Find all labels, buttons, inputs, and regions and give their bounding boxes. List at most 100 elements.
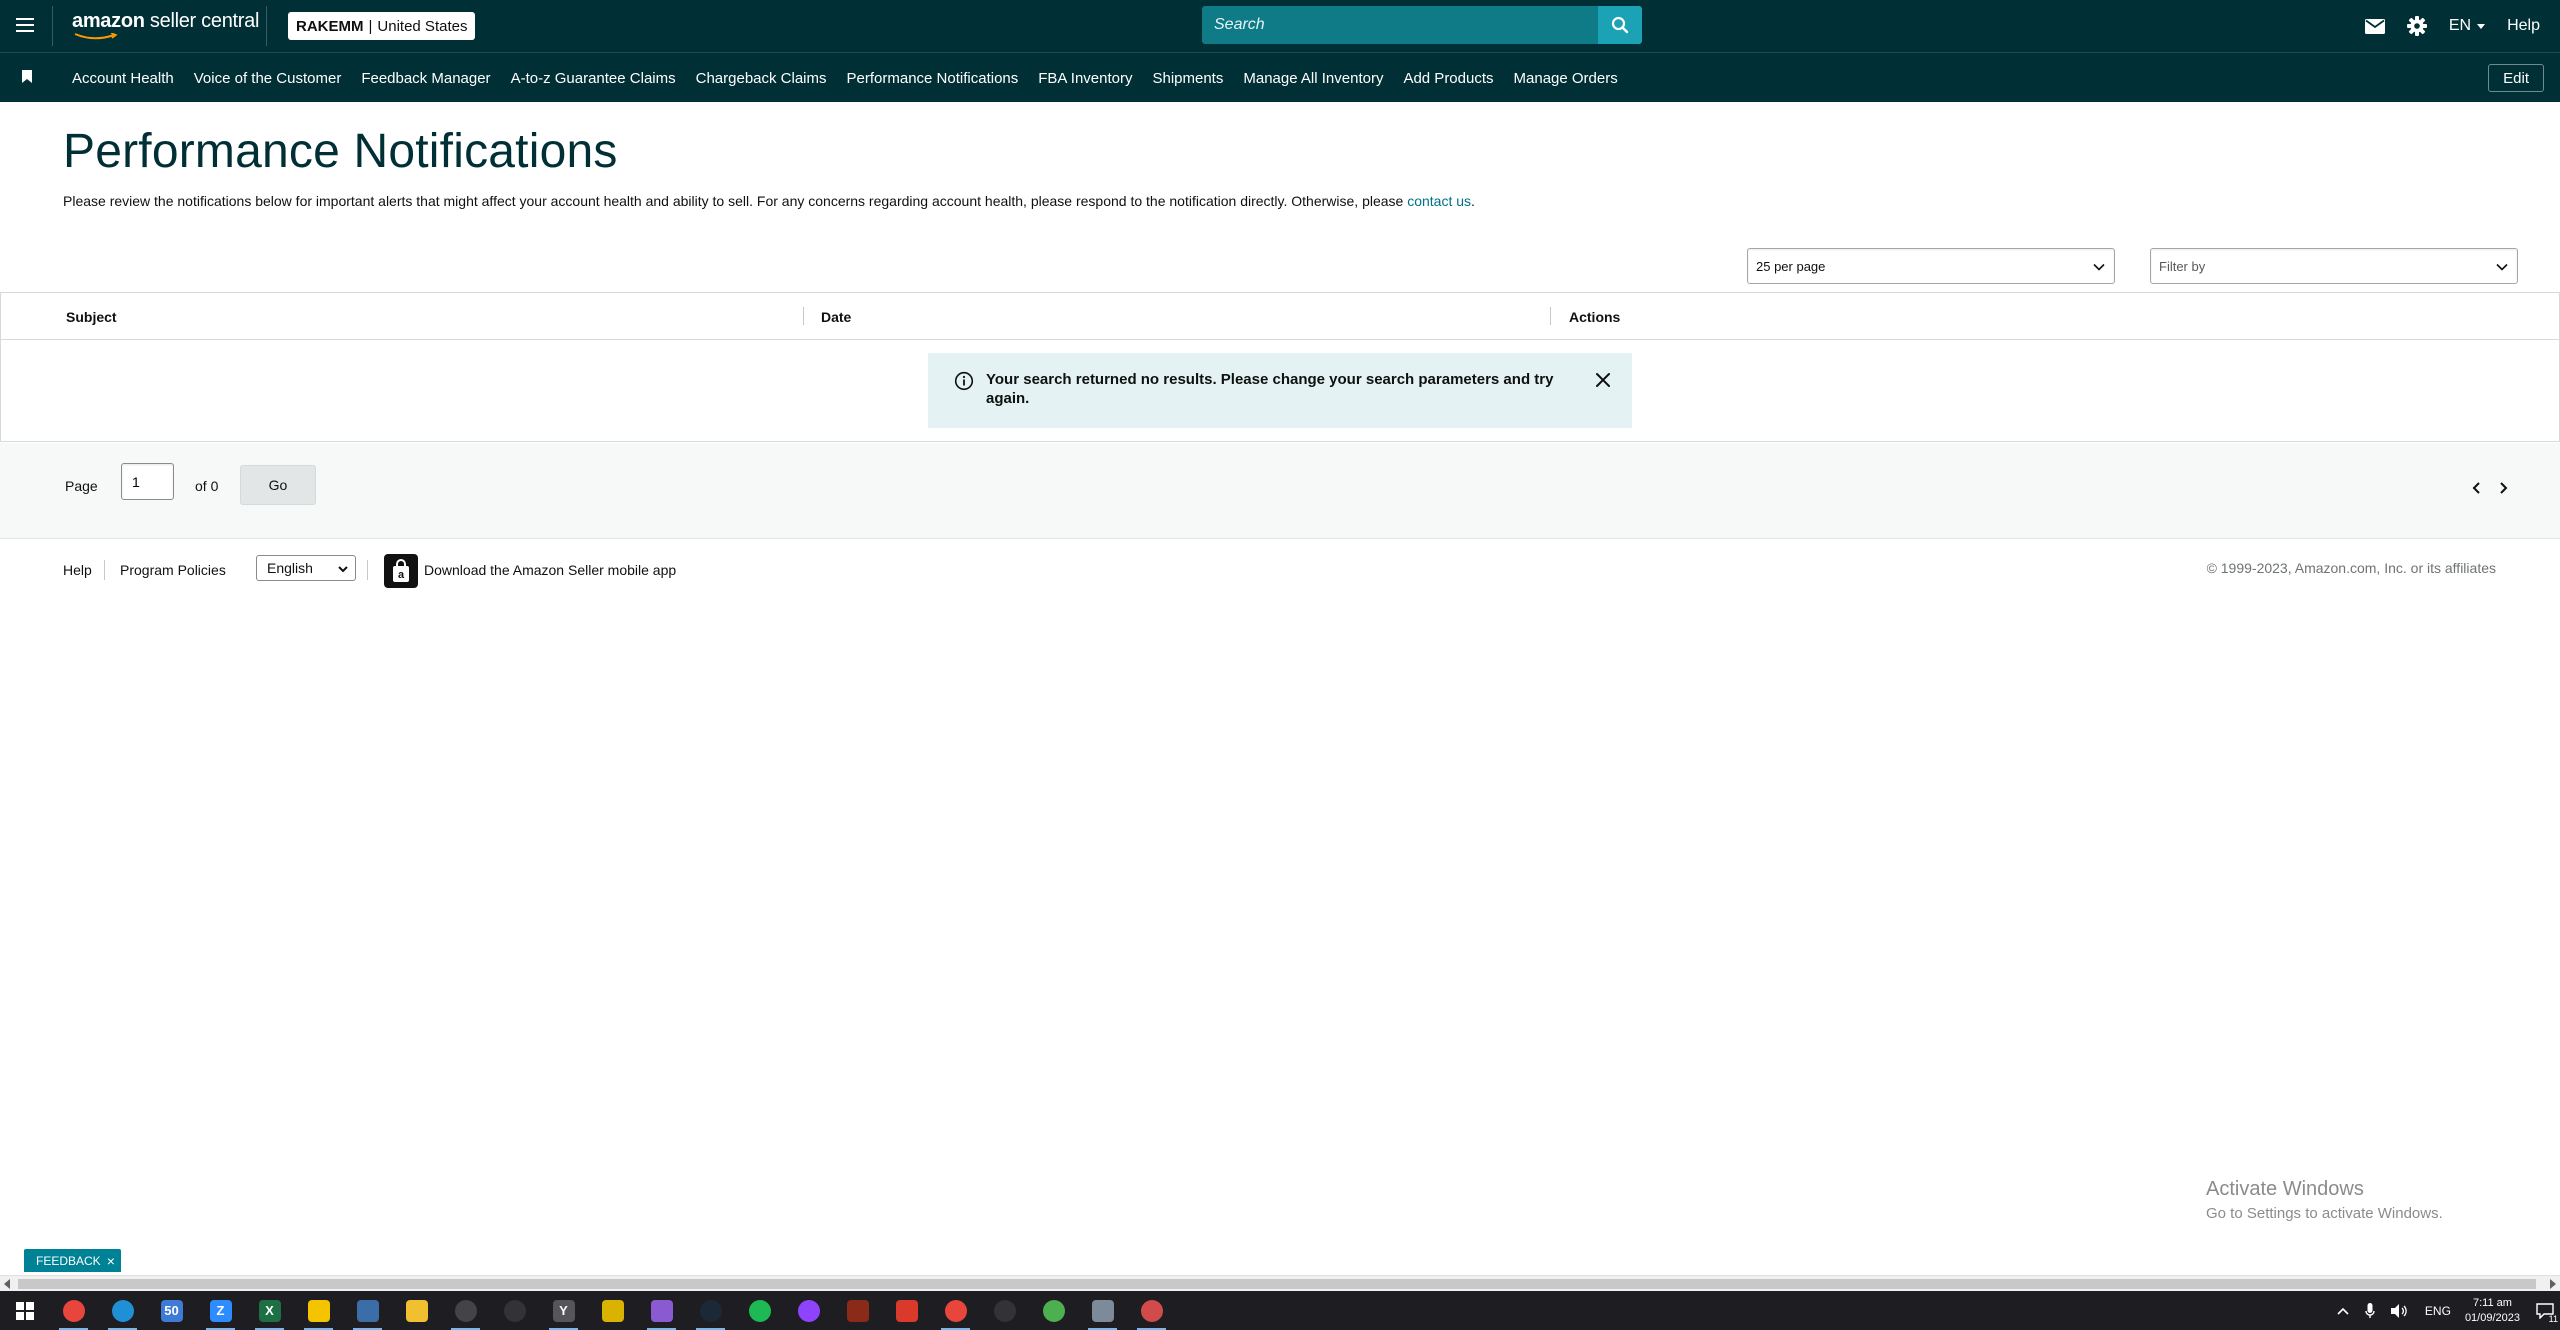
taskbar-app-excel[interactable]: X — [245, 1291, 294, 1330]
results-per-page-select[interactable]: 25 per page — [1747, 248, 2115, 284]
taskbar-app-chrome[interactable] — [49, 1291, 98, 1330]
nav-item-feedback-manager[interactable]: Feedback Manager — [351, 70, 500, 87]
chevron-left-icon[interactable] — [2470, 481, 2484, 495]
taskbar-app-edge[interactable] — [98, 1291, 147, 1330]
input-language[interactable]: ENG — [2425, 1304, 2451, 1318]
start-button[interactable] — [0, 1291, 49, 1330]
tray-expand-icon[interactable] — [2337, 1307, 2349, 1315]
taskbar-app-zoom[interactable]: Z — [196, 1291, 245, 1330]
taskbar-app-steelseries-2[interactable] — [980, 1291, 1029, 1330]
column-header-date[interactable]: Date — [821, 309, 851, 325]
footer-language-select[interactable]: English — [256, 555, 356, 581]
search-button[interactable] — [1598, 6, 1642, 44]
chrome-3-icon — [1140, 1299, 1163, 1322]
footer-divider — [104, 560, 105, 580]
logo-text-seller-central: seller central — [144, 10, 260, 32]
seller-central-logo[interactable]: amazon seller central — [72, 10, 259, 42]
action-center-button[interactable]: 11 — [2530, 1291, 2560, 1330]
taskbar-app-chrome-2[interactable] — [1029, 1291, 1078, 1330]
language-label: EN — [2448, 17, 2472, 34]
taskbar-app-app-y[interactable]: Y — [539, 1291, 588, 1330]
taskbar-app-red-app[interactable] — [882, 1291, 931, 1330]
taskbar-app-steelseries[interactable] — [490, 1291, 539, 1330]
nav-bar: Account Health Voice of the Customer Fee… — [0, 52, 2560, 102]
column-header-subject[interactable]: Subject — [66, 309, 117, 325]
column-header-actions: Actions — [1569, 309, 1621, 325]
game-app-icon — [846, 1299, 869, 1322]
nav-item-shipments[interactable]: Shipments — [1142, 70, 1233, 87]
chevron-right-icon[interactable] — [2496, 481, 2510, 495]
download-app-link[interactable]: Download the Amazon Seller mobile app — [424, 562, 676, 578]
store-region: United States — [377, 17, 468, 35]
feedback-tab[interactable]: FEEDBACK × — [24, 1249, 121, 1272]
taskbar-app-image-app[interactable] — [1078, 1291, 1127, 1330]
taskbar-app-chrome-active[interactable] — [931, 1291, 980, 1330]
go-button[interactable]: Go — [240, 465, 316, 505]
scrollbar-thumb[interactable] — [18, 1279, 2536, 1289]
language-switcher[interactable]: EN — [2448, 17, 2486, 35]
help-link[interactable]: Help — [2507, 17, 2540, 35]
top-header: amazon seller central RAKEMM | United St… — [0, 0, 2560, 52]
nav-items: Account Health Voice of the Customer Fee… — [62, 53, 1628, 103]
page-label: Page — [65, 478, 98, 494]
taskbar-app-chat-badge[interactable] — [637, 1291, 686, 1330]
close-icon[interactable] — [1594, 371, 1612, 389]
horizontal-scrollbar[interactable] — [0, 1275, 2560, 1291]
taskbar-app-clock-app[interactable] — [441, 1291, 490, 1330]
nav-item-manage-all-inventory[interactable]: Manage All Inventory — [1233, 70, 1393, 87]
menu-icon[interactable] — [16, 14, 36, 36]
page-number-input[interactable] — [121, 463, 174, 500]
settings-button[interactable] — [2406, 16, 2427, 36]
footer-program-policies-link[interactable]: Program Policies — [120, 562, 226, 578]
clock-app-icon — [454, 1299, 477, 1322]
steam-icon — [699, 1299, 722, 1322]
scroll-right-arrow-icon[interactable] — [2550, 1279, 2556, 1289]
contact-us-link[interactable]: contact us — [1407, 193, 1471, 209]
nav-item-add-products[interactable]: Add Products — [1393, 70, 1503, 87]
mail-button[interactable] — [2364, 18, 2385, 34]
filter-by-select[interactable]: Filter by — [2150, 248, 2518, 284]
nav-item-account-health[interactable]: Account Health — [62, 70, 184, 87]
mail-badge-icon: 50 — [160, 1299, 183, 1322]
bookmark-icon[interactable] — [22, 70, 32, 83]
image-app-icon — [1091, 1299, 1114, 1322]
nav-item-manage-orders[interactable]: Manage Orders — [1504, 70, 1628, 87]
excel-icon: X — [258, 1299, 281, 1322]
nav-item-performance-notifications[interactable]: Performance Notifications — [837, 70, 1029, 87]
nav-item-a-to-z-claims[interactable]: A-to-z Guarantee Claims — [501, 70, 686, 87]
scroll-left-arrow-icon[interactable] — [4, 1279, 10, 1289]
caret-down-icon — [2477, 23, 2486, 29]
steelseries-icon — [503, 1299, 526, 1322]
header-divider — [266, 6, 267, 46]
column-divider — [803, 307, 804, 325]
nav-item-voice-of-the-customer[interactable]: Voice of the Customer — [184, 70, 352, 87]
taskbar-app-chrome-3[interactable] — [1127, 1291, 1176, 1330]
edit-nav-button[interactable]: Edit — [2488, 64, 2544, 92]
feedback-close-icon[interactable]: × — [107, 1253, 115, 1269]
nav-item-chargeback-claims[interactable]: Chargeback Claims — [686, 70, 837, 87]
taskbar-app-sticky-notes[interactable] — [294, 1291, 343, 1330]
gear-icon — [2406, 16, 2427, 36]
taskbar-clock[interactable]: 7:11 am 01/09/2023 — [2465, 1296, 2520, 1326]
page-footer: Help Program Policies English a Download… — [0, 553, 2560, 588]
taskbar-app-game-app[interactable] — [833, 1291, 882, 1330]
taskbar-app-steam[interactable] — [686, 1291, 735, 1330]
taskbar-app-calculator[interactable] — [343, 1291, 392, 1330]
chrome-icon — [62, 1299, 85, 1322]
nav-item-fba-inventory[interactable]: FBA Inventory — [1028, 70, 1142, 87]
clock-date: 01/09/2023 — [2464, 1311, 2520, 1324]
volume-icon[interactable] — [2390, 1303, 2409, 1318]
footer-help-link[interactable]: Help — [63, 562, 92, 578]
windows-logo-icon — [15, 1301, 34, 1320]
taskbar-app-app-square[interactable] — [588, 1291, 637, 1330]
taskbar-app-spotify[interactable] — [735, 1291, 784, 1330]
microphone-icon[interactable] — [2365, 1302, 2375, 1319]
page-description: Please review the notifications below fo… — [63, 193, 1475, 209]
amazon-seller-app-icon[interactable]: a — [384, 554, 418, 588]
search-input[interactable] — [1202, 6, 1598, 44]
taskbar-app-messenger[interactable] — [784, 1291, 833, 1330]
taskbar-app-file-explorer[interactable] — [392, 1291, 441, 1330]
store-selector[interactable]: RAKEMM | United States — [288, 12, 476, 40]
clock-time: 7:11 am — [2473, 1296, 2512, 1309]
taskbar-app-mail-badge[interactable]: 50 — [147, 1291, 196, 1330]
